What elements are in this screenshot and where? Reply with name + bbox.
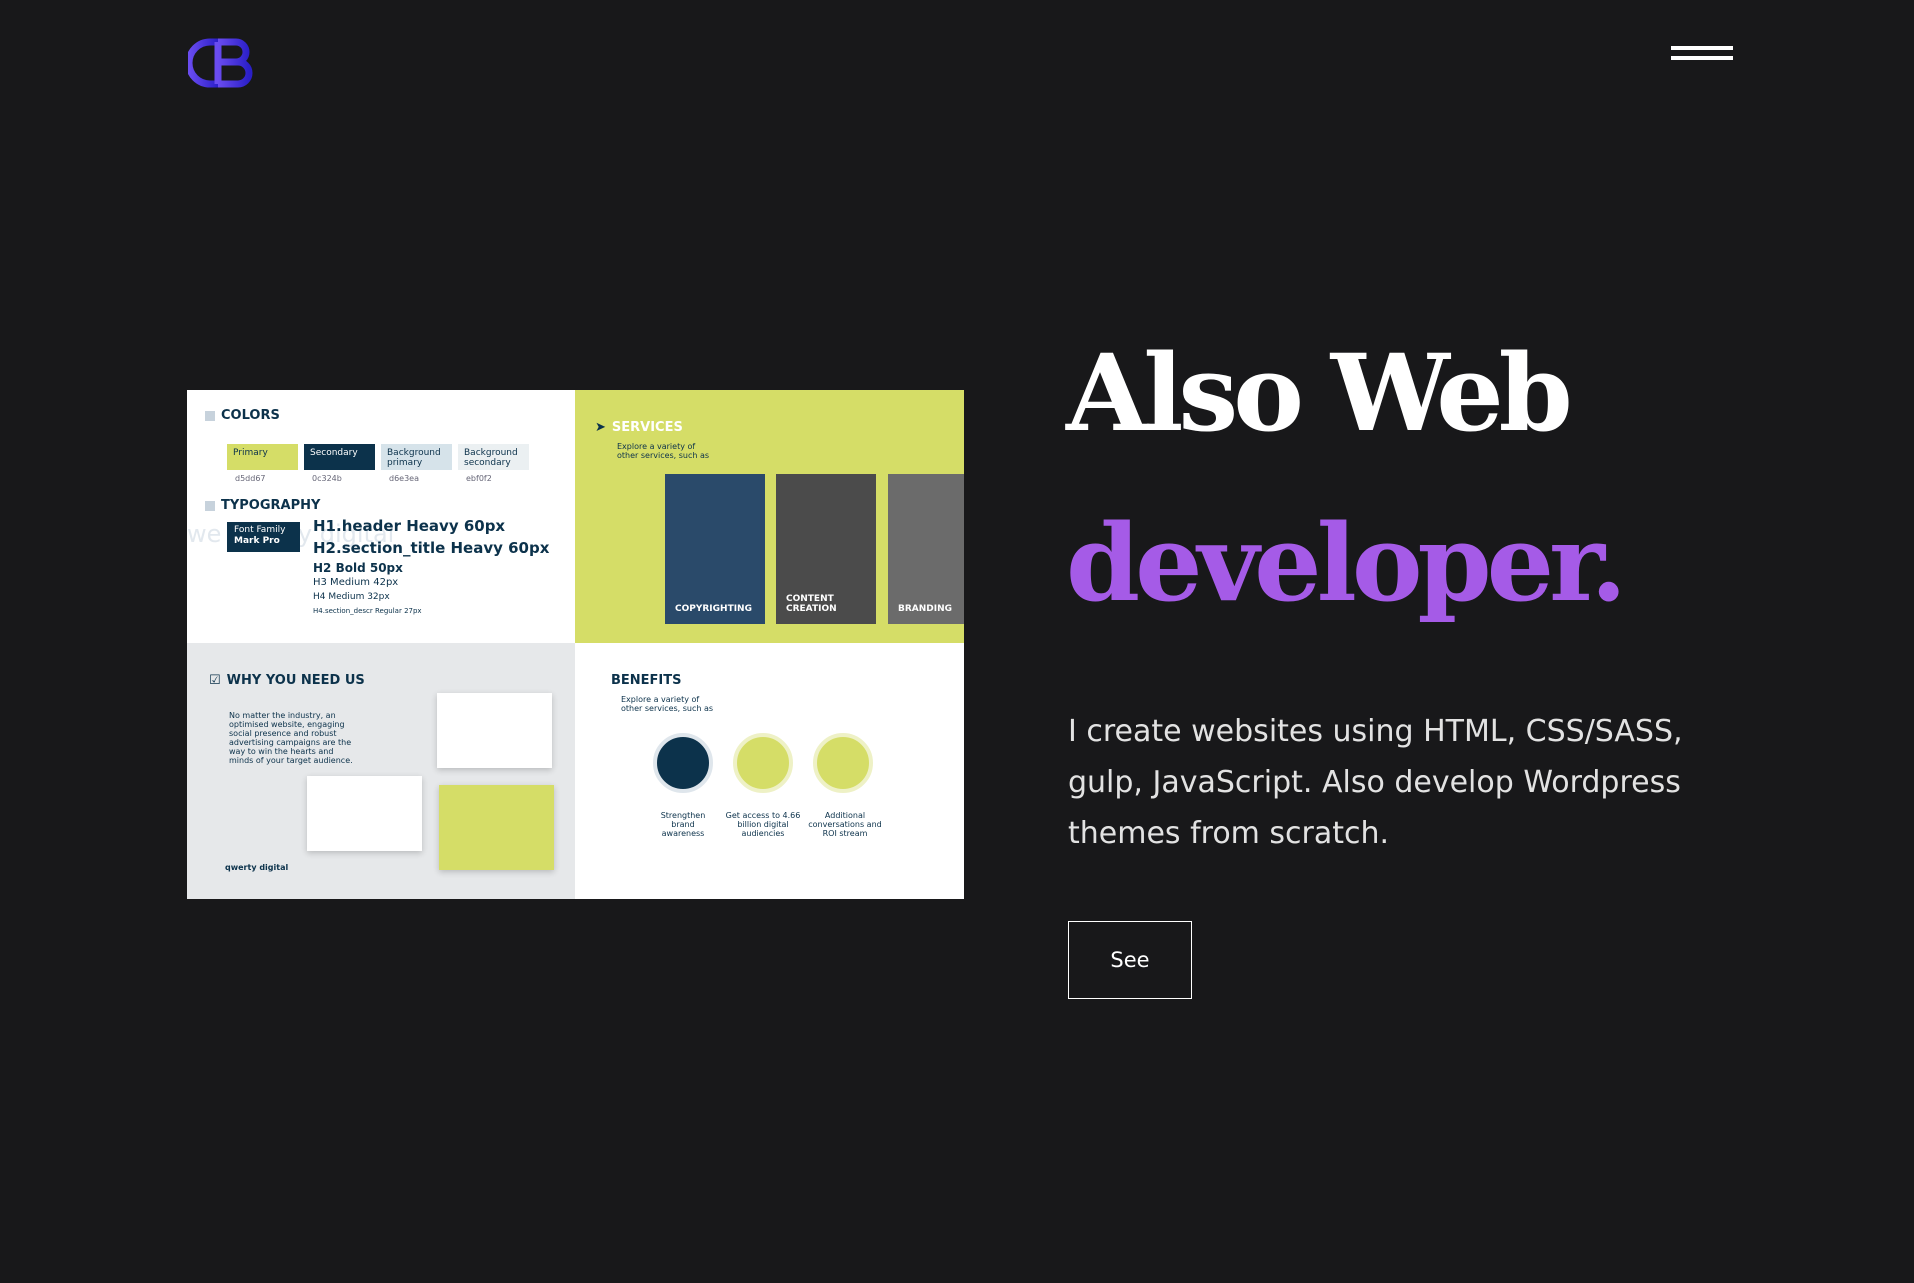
- benefits-panel: BENEFITS Explore a variety of other serv…: [575, 643, 964, 899]
- info-card: [307, 776, 422, 851]
- benefit-label: Additional conversations and ROI stream: [808, 811, 882, 838]
- benefits-subtext: Explore a variety of other services, suc…: [621, 695, 714, 713]
- style-guide-panel: COLORS Primary Secondary Background prim…: [187, 390, 575, 643]
- menu-button[interactable]: [1671, 46, 1733, 68]
- hamburger-icon: [1671, 46, 1733, 50]
- typography-line: H3 Medium 42px: [313, 577, 399, 588]
- hero-title-line2: developer.: [1066, 500, 1627, 625]
- why-heading: ☑ WHY YOU NEED US: [209, 673, 365, 688]
- swatch-bg-secondary: Background secondary: [458, 444, 529, 470]
- see-button[interactable]: See: [1068, 921, 1192, 999]
- why-brand: qwerty digital: [225, 863, 289, 872]
- swatch-bg-primary: Background primary: [381, 444, 452, 470]
- info-card: [439, 785, 554, 870]
- cb-logo-icon: [185, 38, 253, 88]
- info-card: [437, 693, 552, 768]
- swatch-hex: 0c324b: [312, 474, 342, 483]
- typography-heading: TYPOGRAPHY: [205, 498, 320, 513]
- font-family-box: Font Family Mark Pro: [227, 522, 300, 552]
- services-subtext: Explore a variety of other services, suc…: [617, 442, 710, 460]
- swatch-hex: d6e3ea: [389, 474, 420, 483]
- typography-line: H4 Medium 32px: [313, 592, 390, 602]
- benefit-icon: [653, 733, 713, 793]
- why-body: No matter the industry, an optimised web…: [229, 711, 353, 765]
- colors-heading: COLORS: [205, 408, 280, 423]
- swatch-primary: Primary: [227, 444, 298, 470]
- benefits-heading: BENEFITS: [611, 673, 682, 688]
- service-photo-content: CONTENT CREATION: [776, 474, 876, 624]
- typography-line: H1.header Heavy 60px: [313, 517, 506, 535]
- service-photo-copyrighting: COPYRIGHTING: [665, 474, 765, 624]
- benefit-label: Get access to 4.66 billion digital audie…: [725, 811, 801, 838]
- typography-line: H4.section_descr Regular 27px: [313, 607, 422, 615]
- hero-title-line1: Also Web: [1066, 330, 1573, 455]
- service-photo-branding: BRANDING: [888, 474, 964, 624]
- typography-line: H2.section_title Heavy 60px: [313, 539, 550, 557]
- swatch-secondary: Secondary: [304, 444, 375, 470]
- benefit-icon: [813, 733, 873, 793]
- logo[interactable]: [185, 38, 258, 88]
- swatch-hex: d5dd67: [235, 474, 266, 483]
- typography-line: H2 Bold 50px: [313, 561, 403, 575]
- swatch-hex: ebf0f2: [466, 474, 492, 483]
- benefit-icon: [733, 733, 793, 793]
- services-panel: ➤ SERVICES Explore a variety of other ser…: [575, 390, 964, 643]
- why-panel: ☑ WHY YOU NEED US No matter the industry,…: [187, 643, 575, 899]
- services-heading: ➤ SERVICES: [595, 420, 683, 435]
- project-preview-image: COLORS Primary Secondary Background prim…: [187, 390, 964, 899]
- hero-description: I create websites using HTML, CSS/SASS, …: [1068, 714, 1683, 851]
- benefit-label: Strengthen brand awareness: [660, 811, 706, 838]
